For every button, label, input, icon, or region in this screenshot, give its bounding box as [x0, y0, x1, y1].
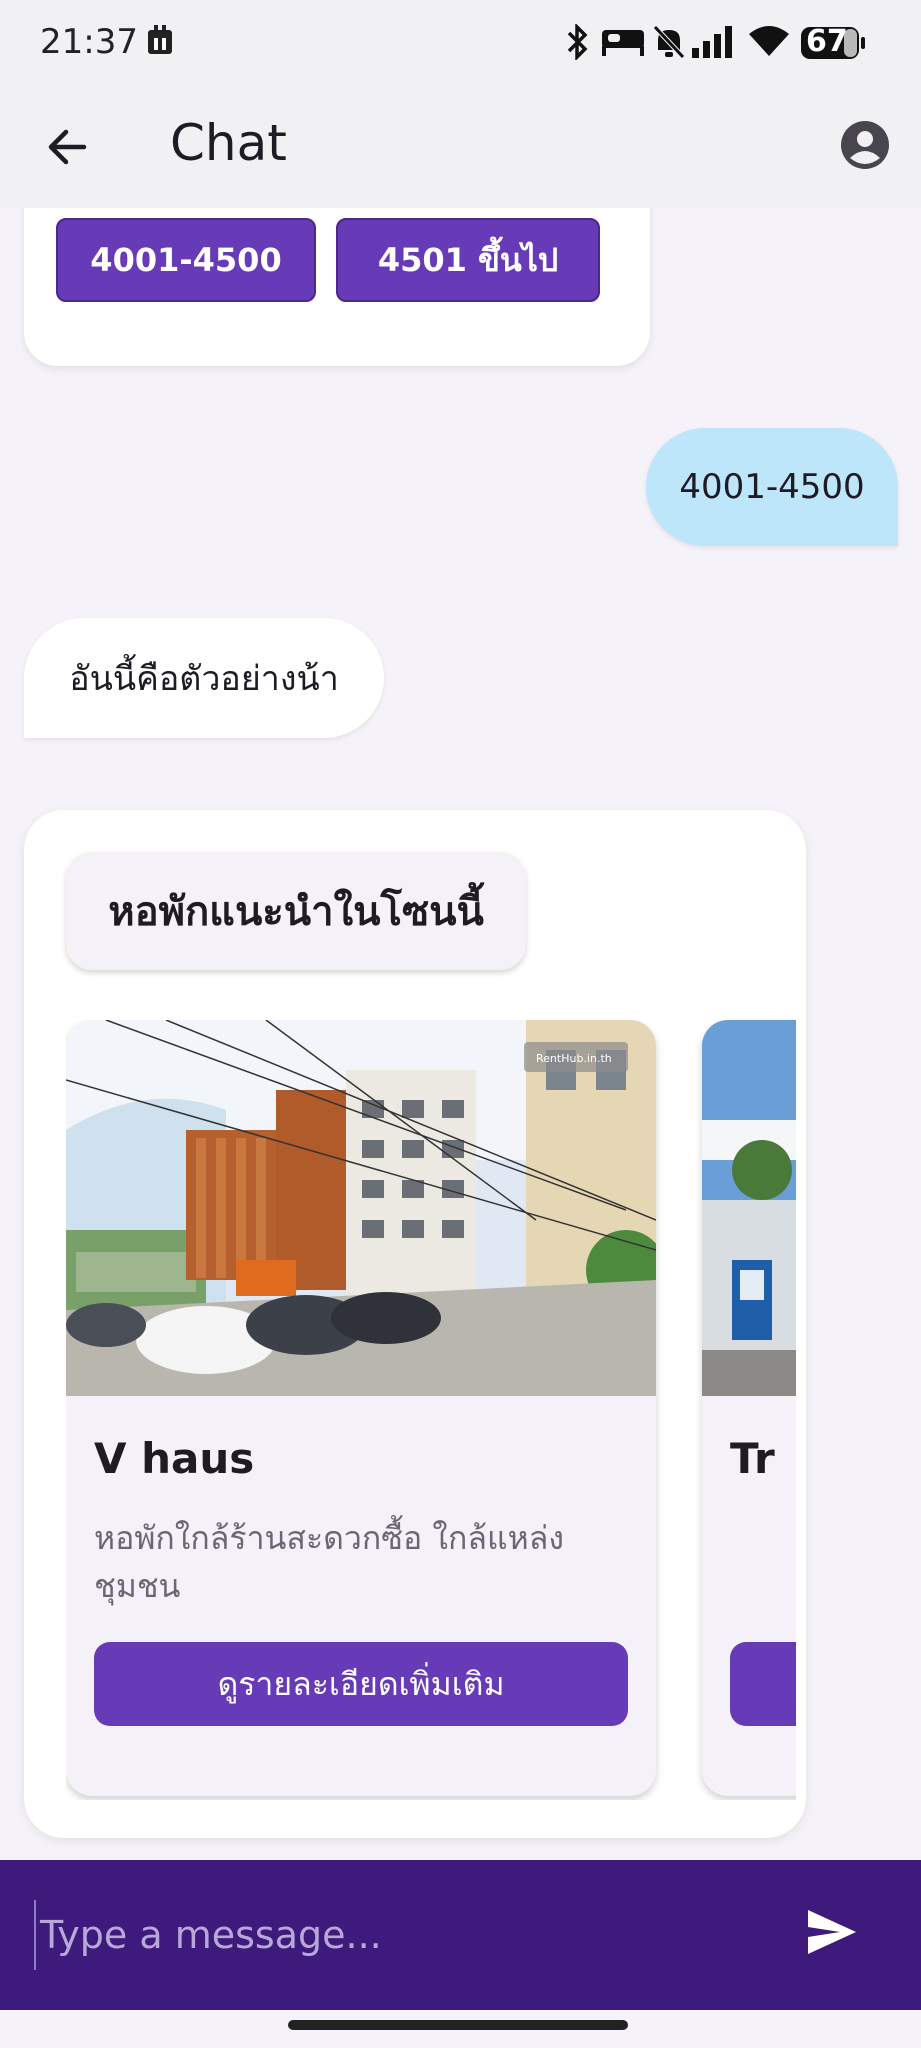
dorm-name: Tr	[730, 1434, 775, 1483]
signal-icon	[692, 26, 736, 66]
dorm-description: หอพักใกล้ร้านสะดวกซื้อ ใกล้แหล่งชุมชน	[94, 1519, 564, 1605]
back-arrow-icon[interactable]	[42, 122, 92, 172]
status-bar: 21:37 67	[0, 0, 921, 92]
user-message-bubble: 4001-4500	[646, 428, 898, 546]
view-details-button[interactable]: ดูรายละเอียดเพิ่มเติม	[94, 1642, 628, 1726]
account-circle-icon[interactable]	[840, 120, 890, 170]
chat-messages[interactable]: 4001-4500 4501 ขึ้นไป 4001-4500 อันนี้คื…	[0, 208, 921, 1860]
price-option-button[interactable]: 4001-4500	[56, 218, 316, 302]
send-icon[interactable]	[804, 1904, 860, 1960]
status-time: 21:37	[40, 22, 138, 62]
home-indicator[interactable]	[288, 2020, 628, 2030]
svg-text:RentHub.in.th: RentHub.in.th	[536, 1052, 612, 1065]
price-option-button[interactable]: 4501 ขึ้นไป	[336, 218, 600, 302]
battery-level: 67	[806, 24, 848, 59]
page-title: Chat	[170, 114, 287, 172]
message-composer: Type a message...	[0, 1860, 921, 2010]
price-options-card: 4001-4500 4501 ขึ้นไป	[24, 208, 650, 366]
view-details-button[interactable]	[730, 1642, 796, 1726]
dorm-photo	[702, 1020, 796, 1396]
message-input[interactable]: Type a message...	[34, 1900, 760, 1970]
wifi-icon	[748, 24, 790, 66]
recommendations-heading: หอพักแนะนำในโซนนี้	[66, 852, 526, 970]
recommendation-carousel[interactable]: RentHub.in.th V haus หอพักใกล้ร้านสะดวกซ…	[66, 1020, 796, 1800]
recommendations-card: หอพักแนะนำในโซนนี้ RentHub.in.th V haus …	[24, 810, 806, 1838]
mute-icon	[652, 24, 686, 68]
dorm-photo: RentHub.in.th	[66, 1020, 656, 1396]
dorm-name: V haus	[94, 1434, 255, 1483]
dorm-card[interactable]: RentHub.in.th V haus หอพักใกล้ร้านสะดวกซ…	[66, 1020, 656, 1796]
notification-icon	[146, 24, 174, 64]
sleep-mode-icon	[600, 26, 646, 66]
dorm-card[interactable]: Tr	[702, 1020, 796, 1796]
battery-icon: 67	[800, 24, 866, 68]
app-bar: Chat	[0, 92, 921, 208]
bluetooth-icon	[565, 22, 589, 68]
bot-message-bubble: อันนี้คือตัวอย่างน้า	[24, 618, 384, 738]
